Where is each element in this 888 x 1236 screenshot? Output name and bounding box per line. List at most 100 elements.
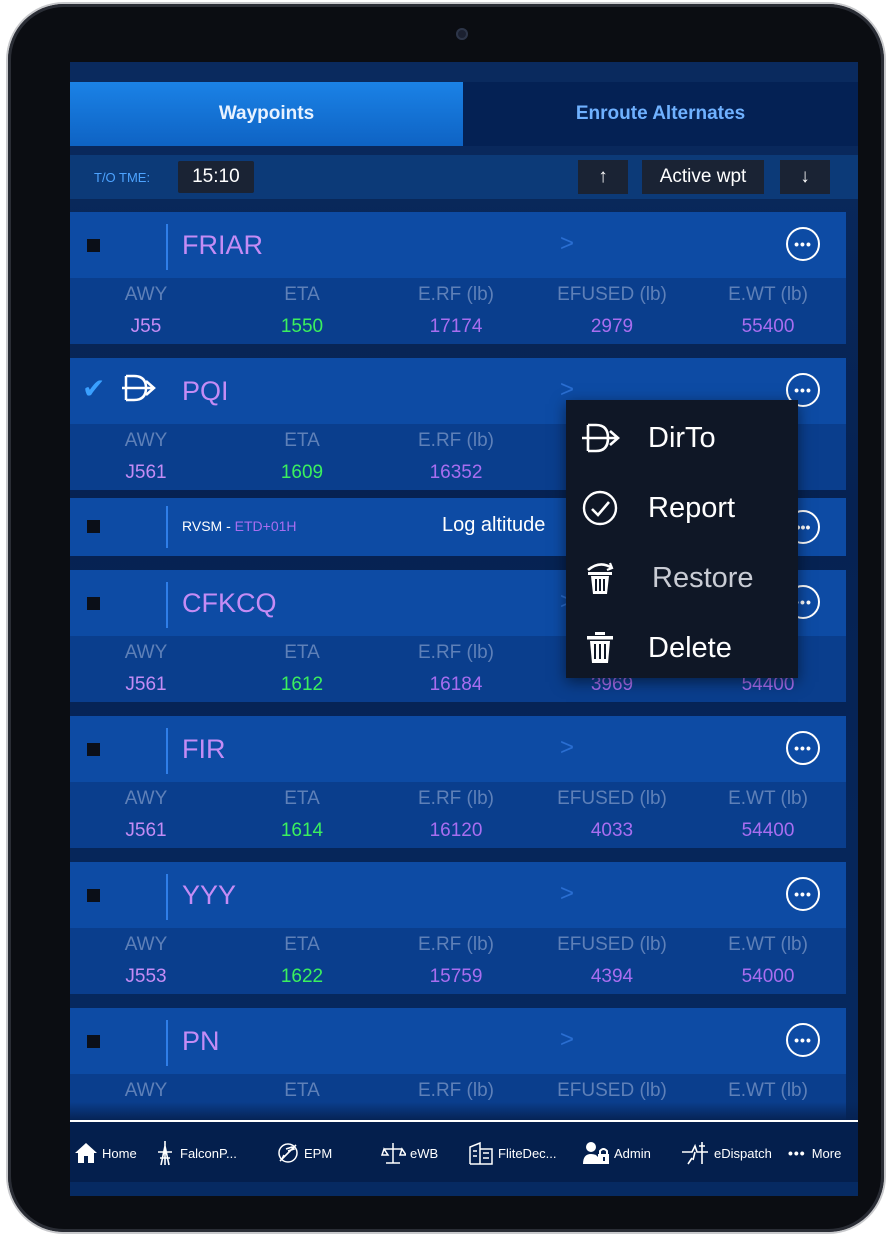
- nav-more[interactable]: ••• More: [788, 1140, 841, 1166]
- efused-label: EFUSED (lb): [557, 284, 667, 305]
- eta-label: ETA: [284, 934, 320, 955]
- efused-value: 4394: [590, 966, 634, 987]
- awy-label: AWY: [124, 642, 168, 663]
- erf-label: E.RF (lb): [418, 430, 494, 451]
- tab-waypoints[interactable]: Waypoints: [70, 82, 463, 146]
- more-options-button[interactable]: •••: [786, 731, 820, 765]
- nav-label: FliteDec...: [498, 1145, 557, 1161]
- log-altitude-text[interactable]: Log altitude: [442, 514, 545, 537]
- chevron-right-icon[interactable]: >: [560, 880, 574, 908]
- more-dots-icon: •••: [788, 1145, 806, 1161]
- waypoint-checkbox[interactable]: [87, 239, 100, 252]
- tower-icon: [158, 1141, 172, 1166]
- efused-value: 4033: [590, 820, 634, 841]
- waypoint-checkbox[interactable]: [87, 889, 100, 902]
- waypoint-card: YYY > ••• AWY J553 ETA 1622 E.RF (lb) 15759…: [70, 862, 846, 994]
- nav-falconp[interactable]: FalconP...: [154, 1140, 237, 1166]
- nav-flitedec[interactable]: FliteDec...: [468, 1140, 557, 1166]
- awy-label: AWY: [124, 788, 168, 809]
- eta-label: ETA: [284, 284, 320, 305]
- waypoint-name: YYY: [182, 880, 237, 910]
- waypoint-name: FRIAR: [182, 230, 263, 260]
- waypoint-name: FIR: [182, 734, 226, 764]
- chevron-right-icon[interactable]: >: [560, 734, 574, 762]
- menu-item-restore[interactable]: Restore: [566, 544, 798, 612]
- erf-label: E.RF (lb): [418, 284, 494, 305]
- ewt-value: 55400: [741, 316, 795, 337]
- nav-label: FalconP...: [180, 1145, 237, 1161]
- erf-value: 16120: [429, 820, 483, 841]
- waypoint-card: FIR > ••• AWY J561 ETA 1614 E.RF (lb) 16120…: [70, 716, 846, 848]
- efused-value: 2979: [590, 316, 634, 337]
- plane-circle-icon: [278, 1143, 298, 1163]
- efused-label: EFUSED (lb): [557, 788, 667, 809]
- awy-value: J55: [130, 316, 162, 337]
- chevron-right-icon[interactable]: >: [560, 230, 574, 258]
- dirto-icon: [580, 418, 620, 458]
- takeoff-toolbar: T/O TME: 15:10 ↑ Active wpt ↓: [70, 155, 858, 199]
- eta-label: ETA: [284, 1080, 320, 1101]
- balance-icon: [380, 1143, 406, 1164]
- more-options-button[interactable]: •••: [786, 877, 820, 911]
- eta-value: 1609: [280, 462, 324, 483]
- efused-label: EFUSED (lb): [557, 934, 667, 955]
- more-options-button[interactable]: •••: [786, 1023, 820, 1057]
- scroll-down-button[interactable]: ↓: [780, 160, 830, 194]
- scroll-up-button[interactable]: ↑: [578, 160, 628, 194]
- awy-value: J553: [125, 966, 167, 987]
- erf-label: E.RF (lb): [418, 642, 494, 663]
- tablet-frame: Waypoints Enroute Alternates T/O TME: 15…: [8, 4, 884, 1232]
- camera-dot: [456, 28, 468, 40]
- rvsm-checkbox[interactable]: [87, 520, 100, 533]
- waypoint-checkbox[interactable]: [87, 597, 100, 610]
- nav-home[interactable]: Home: [74, 1140, 137, 1166]
- ewt-label: E.WT (lb): [728, 284, 808, 305]
- waypoint-card: FRIAR > ••• AWY J55 ETA 1550 E.RF (lb) 1717…: [70, 212, 846, 344]
- menu-item-label: DirTo: [648, 421, 716, 454]
- chevron-right-icon[interactable]: >: [560, 1026, 574, 1054]
- eta-label: ETA: [284, 788, 320, 809]
- waypoint-checkbox[interactable]: [87, 743, 100, 756]
- divider: [166, 582, 168, 628]
- awy-label: AWY: [124, 430, 168, 451]
- takeoff-time-value[interactable]: 15:10: [178, 161, 254, 193]
- awy-value: J561: [125, 674, 167, 695]
- erf-value: 17174: [429, 316, 483, 337]
- divider: [166, 224, 168, 270]
- rvsm-label: RVSM - ETD+01H: [182, 518, 297, 534]
- bottom-nav-bar: Home FalconP... EPM eWB FliteDec... Admi…: [70, 1120, 858, 1182]
- nav-ewb[interactable]: eWB: [380, 1140, 438, 1166]
- checkmark-icon[interactable]: ✔: [82, 372, 105, 405]
- restore-trash-icon: [580, 558, 620, 598]
- eta-value: 1622: [280, 966, 324, 987]
- eta-label: ETA: [284, 642, 320, 663]
- nav-label: Home: [102, 1145, 137, 1161]
- nav-epm[interactable]: EPM: [276, 1140, 332, 1166]
- takeoff-time-label: T/O TME:: [94, 169, 151, 185]
- menu-item-label: Report: [648, 491, 736, 524]
- menu-item-delete[interactable]: Delete: [566, 614, 798, 682]
- waypoint-name: CFKCQ: [182, 588, 277, 618]
- efused-label: EFUSED (lb): [557, 1080, 667, 1101]
- tab-enroute-alternates[interactable]: Enroute Alternates: [463, 82, 858, 146]
- erf-value: 15759: [429, 966, 483, 987]
- nav-label: EPM: [304, 1145, 333, 1161]
- more-options-button[interactable]: •••: [786, 227, 820, 261]
- ewt-value: 54000: [741, 966, 795, 987]
- awy-value: J561: [125, 820, 167, 841]
- waypoint-checkbox[interactable]: [87, 1035, 100, 1048]
- waypoint-name: PQI: [182, 376, 229, 406]
- active-waypoint-button[interactable]: Active wpt: [642, 160, 764, 194]
- home-icon: [75, 1143, 97, 1163]
- ewt-label: E.WT (lb): [728, 1080, 808, 1101]
- nav-admin[interactable]: Admin: [582, 1140, 651, 1166]
- dispatch-icon: [682, 1142, 708, 1165]
- ewt-value: 54400: [741, 820, 795, 841]
- nav-edispatch[interactable]: eDispatch: [680, 1140, 772, 1166]
- awy-label: AWY: [124, 1080, 168, 1101]
- menu-item-report[interactable]: Report: [566, 474, 798, 542]
- menu-item-dirto[interactable]: DirTo: [566, 404, 798, 472]
- erf-label: E.RF (lb): [418, 1080, 494, 1101]
- waypoint-name: PN: [182, 1026, 220, 1056]
- awy-value: J561: [125, 462, 167, 483]
